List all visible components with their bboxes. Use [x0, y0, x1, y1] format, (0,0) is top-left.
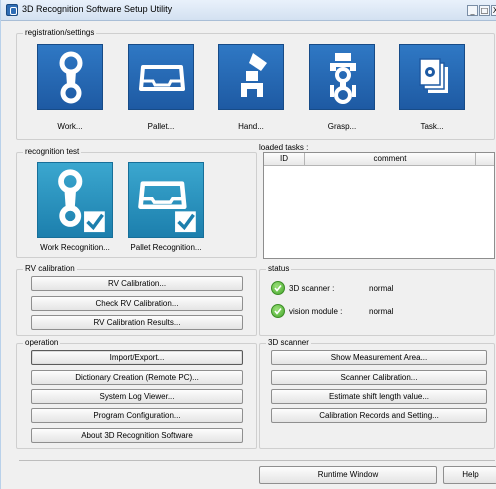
column-header-id[interactable]: ID [264, 153, 305, 166]
loaded-tasks-table[interactable]: ID comment [263, 152, 495, 259]
rv-calibration-legend: RV calibration [23, 264, 77, 273]
setup-utility-window: 3D Recognition Software Setup Utility _ … [0, 0, 496, 489]
pallet-label: Pallet... [147, 122, 175, 131]
hand-label: Hand... [238, 122, 264, 131]
recognition-test-legend: recognition test [23, 147, 82, 156]
estimate-shift-length-button[interactable]: Estimate shift length value... [271, 389, 487, 404]
work-recognition-button[interactable] [37, 162, 113, 238]
show-measurement-area-button[interactable]: Show Measurement Area... [271, 350, 487, 365]
scanner-status-icon [271, 281, 285, 295]
minimize-button[interactable]: _ [467, 5, 478, 16]
work-label: Work... [57, 122, 83, 131]
work-recognition-icon [58, 169, 105, 233]
vision-module-status-label: vision module : [289, 307, 343, 316]
vision-module-status-icon [271, 304, 285, 318]
registration-settings-legend: registration/settings [23, 28, 97, 37]
status-legend: status [266, 264, 292, 273]
title-bar[interactable]: 3D Recognition Software Setup Utility _ … [1, 0, 496, 21]
rv-calibration-button[interactable]: RV Calibration... [31, 276, 243, 291]
footer-separator [19, 460, 495, 461]
grasp-label: Grasp... [327, 122, 357, 131]
window-title: 3D Recognition Software Setup Utility [22, 4, 173, 14]
grasp-button[interactable] [309, 44, 375, 110]
status-group: status [259, 264, 495, 336]
work-recognition-label: Work Recognition... [40, 243, 110, 252]
help-button[interactable]: Help [443, 466, 496, 484]
pallet-recognition-button[interactable] [128, 162, 204, 238]
grasp-icon [330, 53, 356, 104]
column-header-spacer [476, 153, 494, 166]
pallet-icon [139, 65, 185, 91]
check-rv-calibration-button[interactable]: Check RV Calibration... [31, 296, 243, 311]
rv-calibration-results-button[interactable]: RV Calibration Results... [31, 315, 243, 330]
work-icon [59, 51, 83, 104]
task-icon [419, 58, 448, 93]
import-export-button[interactable]: Import/Export... [31, 350, 243, 365]
scanner-calibration-button[interactable]: Scanner Calibration... [271, 370, 487, 385]
pallet-button[interactable] [128, 44, 194, 110]
scanner-status-label: 3D scanner : [289, 284, 335, 293]
operation-legend: operation [23, 338, 61, 347]
hand-button[interactable] [218, 44, 284, 110]
task-label: Task... [420, 122, 444, 131]
calibration-records-button[interactable]: Calibration Records and Setting... [271, 408, 487, 423]
about-button[interactable]: About 3D Recognition Software [31, 428, 243, 443]
dictionary-creation-button[interactable]: Dictionary Creation (Remote PC)... [31, 370, 243, 385]
task-button[interactable] [399, 44, 465, 110]
hand-icon [241, 53, 267, 97]
system-log-viewer-button[interactable]: System Log Viewer... [31, 389, 243, 404]
work-button[interactable] [37, 44, 103, 110]
scanner-legend: 3D scanner [266, 338, 311, 347]
loaded-tasks-label: loaded tasks : [259, 143, 309, 152]
app-icon [6, 4, 18, 16]
pallet-recognition-icon [138, 181, 196, 233]
vision-module-status-value: normal [369, 307, 394, 316]
maximize-button[interactable]: □ [479, 5, 490, 16]
program-configuration-button[interactable]: Program Configuration... [31, 408, 243, 423]
close-button[interactable]: X [491, 5, 496, 16]
column-header-comment[interactable]: comment [305, 153, 476, 166]
pallet-recognition-label: Pallet Recognition... [130, 243, 202, 252]
scanner-status-value: normal [369, 284, 394, 293]
runtime-window-button[interactable]: Runtime Window [259, 466, 437, 484]
